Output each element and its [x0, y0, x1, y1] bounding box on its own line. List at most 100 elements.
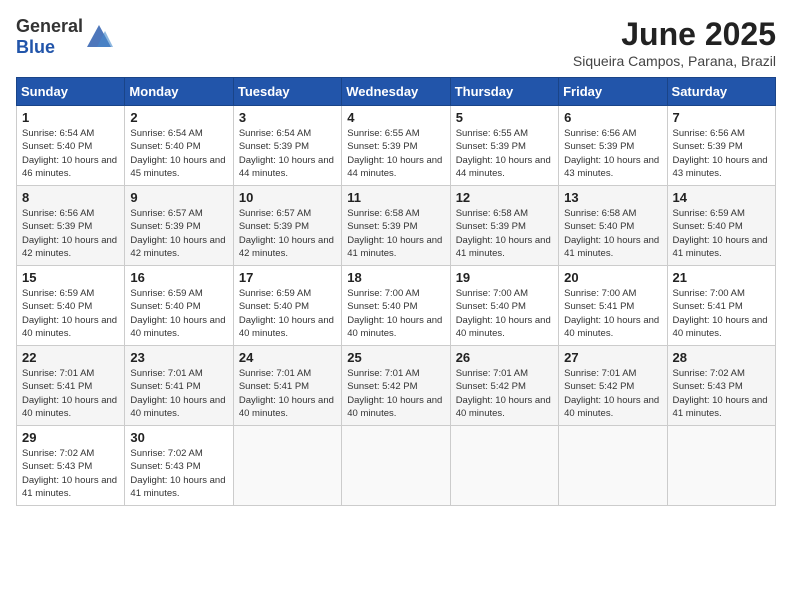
calendar-cell: 18 Sunrise: 7:00 AMSunset: 5:40 PMDayligh… [342, 266, 450, 346]
day-number: 18 [347, 270, 444, 285]
day-number: 11 [347, 190, 444, 205]
day-info: Sunrise: 7:00 AMSunset: 5:40 PMDaylight:… [456, 287, 553, 340]
month-title: June 2025 [573, 16, 776, 53]
calendar-cell: 13 Sunrise: 6:58 AMSunset: 5:40 PMDayligh… [559, 186, 667, 266]
logo-general: General [16, 16, 83, 36]
calendar-cell: 17Sunrise: 6:59 AMSunset: 5:40 PMDayligh… [233, 266, 341, 346]
day-info: Sunrise: 6:58 AMSunset: 5:39 PMDaylight:… [456, 207, 553, 260]
day-number: 5 [456, 110, 553, 125]
day-info: Sunrise: 7:02 AMSunset: 5:43 PMDaylight:… [673, 367, 770, 420]
calendar-week-2: 8 Sunrise: 6:56 AMSunset: 5:39 PMDaylight… [17, 186, 776, 266]
calendar-cell: 26Sunrise: 7:01 AMSunset: 5:42 PMDayligh… [450, 346, 558, 426]
calendar-cell: 27 Sunrise: 7:01 AMSunset: 5:42 PMDayligh… [559, 346, 667, 426]
day-info: Sunrise: 7:02 AMSunset: 5:43 PMDaylight:… [130, 447, 227, 500]
day-info: Sunrise: 7:00 AMSunset: 5:41 PMDaylight:… [673, 287, 770, 340]
day-info: Sunrise: 6:57 AMSunset: 5:39 PMDaylight:… [239, 207, 336, 260]
day-info: Sunrise: 6:59 AMSunset: 5:40 PMDaylight:… [130, 287, 227, 340]
day-info: Sunrise: 6:58 AMSunset: 5:39 PMDaylight:… [347, 207, 444, 260]
day-header-monday: Monday [125, 78, 233, 106]
calendar-cell: 24 Sunrise: 7:01 AMSunset: 5:41 PMDayligh… [233, 346, 341, 426]
calendar-cell: 29 Sunrise: 7:02 AMSunset: 5:43 PMDayligh… [17, 426, 125, 506]
calendar-cell [450, 426, 558, 506]
logo-blue: Blue [16, 37, 55, 57]
calendar-cell: 11 Sunrise: 6:58 AMSunset: 5:39 PMDayligh… [342, 186, 450, 266]
logo: General Blue [16, 16, 113, 58]
calendar-cell: 8 Sunrise: 6:56 AMSunset: 5:39 PMDaylight… [17, 186, 125, 266]
day-header-saturday: Saturday [667, 78, 775, 106]
day-number: 29 [22, 430, 119, 445]
day-number: 2 [130, 110, 227, 125]
day-info: Sunrise: 6:56 AMSunset: 5:39 PMDaylight:… [564, 127, 661, 180]
day-info: Sunrise: 6:55 AMSunset: 5:39 PMDaylight:… [347, 127, 444, 180]
calendar-cell: 2 Sunrise: 6:54 AMSunset: 5:40 PMDaylight… [125, 106, 233, 186]
day-info: Sunrise: 7:01 AMSunset: 5:41 PMDaylight:… [239, 367, 336, 420]
day-info: Sunrise: 7:01 AMSunset: 5:42 PMDaylight:… [347, 367, 444, 420]
day-number: 3 [239, 110, 336, 125]
day-number: 16 [130, 270, 227, 285]
calendar-cell: 7 Sunrise: 6:56 AMSunset: 5:39 PMDaylight… [667, 106, 775, 186]
day-number: 22 [22, 350, 119, 365]
calendar-cell: 4 Sunrise: 6:55 AMSunset: 5:39 PMDaylight… [342, 106, 450, 186]
day-info: Sunrise: 7:01 AMSunset: 5:41 PMDaylight:… [22, 367, 119, 420]
day-number: 20 [564, 270, 661, 285]
calendar-cell: 25 Sunrise: 7:01 AMSunset: 5:42 PMDayligh… [342, 346, 450, 426]
calendar-week-5: 29 Sunrise: 7:02 AMSunset: 5:43 PMDayligh… [17, 426, 776, 506]
calendar-cell: 14Sunrise: 6:59 AMSunset: 5:40 PMDayligh… [667, 186, 775, 266]
day-info: Sunrise: 7:01 AMSunset: 5:41 PMDaylight:… [130, 367, 227, 420]
day-number: 30 [130, 430, 227, 445]
day-number: 14 [673, 190, 770, 205]
day-info: Sunrise: 7:00 AMSunset: 5:41 PMDaylight:… [564, 287, 661, 340]
calendar-cell: 28 Sunrise: 7:02 AMSunset: 5:43 PMDayligh… [667, 346, 775, 426]
day-info: Sunrise: 6:59 AMSunset: 5:40 PMDaylight:… [22, 287, 119, 340]
day-number: 25 [347, 350, 444, 365]
calendar-cell: 6Sunrise: 6:56 AMSunset: 5:39 PMDaylight… [559, 106, 667, 186]
day-header-wednesday: Wednesday [342, 78, 450, 106]
calendar-cell: 19Sunrise: 7:00 AMSunset: 5:40 PMDayligh… [450, 266, 558, 346]
day-number: 12 [456, 190, 553, 205]
calendar-cell: 1 Sunrise: 6:54 AMSunset: 5:40 PMDaylight… [17, 106, 125, 186]
calendar-cell: 21 Sunrise: 7:00 AMSunset: 5:41 PMDayligh… [667, 266, 775, 346]
day-info: Sunrise: 6:57 AMSunset: 5:39 PMDaylight:… [130, 207, 227, 260]
calendar-cell: 5Sunrise: 6:55 AMSunset: 5:39 PMDaylight… [450, 106, 558, 186]
day-header-tuesday: Tuesday [233, 78, 341, 106]
location-title: Siqueira Campos, Parana, Brazil [573, 53, 776, 69]
day-number: 24 [239, 350, 336, 365]
calendar-cell: 15Sunrise: 6:59 AMSunset: 5:40 PMDayligh… [17, 266, 125, 346]
day-number: 4 [347, 110, 444, 125]
day-info: Sunrise: 7:01 AMSunset: 5:42 PMDaylight:… [564, 367, 661, 420]
day-info: Sunrise: 6:58 AMSunset: 5:40 PMDaylight:… [564, 207, 661, 260]
calendar-cell: 16 Sunrise: 6:59 AMSunset: 5:40 PMDayligh… [125, 266, 233, 346]
day-number: 23 [130, 350, 227, 365]
calendar-cell [667, 426, 775, 506]
calendar-cell: 9 Sunrise: 6:57 AMSunset: 5:39 PMDaylight… [125, 186, 233, 266]
day-header-thursday: Thursday [450, 78, 558, 106]
day-number: 7 [673, 110, 770, 125]
day-number: 1 [22, 110, 119, 125]
day-number: 27 [564, 350, 661, 365]
day-info: Sunrise: 6:54 AMSunset: 5:40 PMDaylight:… [130, 127, 227, 180]
calendar-cell [559, 426, 667, 506]
day-info: Sunrise: 6:54 AMSunset: 5:40 PMDaylight:… [22, 127, 119, 180]
page-header: General Blue June 2025 Siqueira Campos, … [16, 16, 776, 69]
day-info: Sunrise: 7:02 AMSunset: 5:43 PMDaylight:… [22, 447, 119, 500]
day-info: Sunrise: 7:00 AMSunset: 5:40 PMDaylight:… [347, 287, 444, 340]
calendar-cell: 12 Sunrise: 6:58 AMSunset: 5:39 PMDayligh… [450, 186, 558, 266]
day-number: 9 [130, 190, 227, 205]
calendar-week-4: 22 Sunrise: 7:01 AMSunset: 5:41 PMDayligh… [17, 346, 776, 426]
day-header-sunday: Sunday [17, 78, 125, 106]
days-header-row: SundayMondayTuesdayWednesdayThursdayFrid… [17, 78, 776, 106]
calendar-week-1: 1 Sunrise: 6:54 AMSunset: 5:40 PMDaylight… [17, 106, 776, 186]
day-number: 13 [564, 190, 661, 205]
day-number: 8 [22, 190, 119, 205]
calendar-cell: 20 Sunrise: 7:00 AMSunset: 5:41 PMDayligh… [559, 266, 667, 346]
calendar-cell [342, 426, 450, 506]
calendar-cell: 30 Sunrise: 7:02 AMSunset: 5:43 PMDayligh… [125, 426, 233, 506]
day-number: 26 [456, 350, 553, 365]
calendar-week-3: 15Sunrise: 6:59 AMSunset: 5:40 PMDayligh… [17, 266, 776, 346]
day-number: 28 [673, 350, 770, 365]
day-info: Sunrise: 6:56 AMSunset: 5:39 PMDaylight:… [673, 127, 770, 180]
day-number: 21 [673, 270, 770, 285]
calendar-cell [233, 426, 341, 506]
day-info: Sunrise: 6:56 AMSunset: 5:39 PMDaylight:… [22, 207, 119, 260]
title-area: June 2025 Siqueira Campos, Parana, Brazi… [573, 16, 776, 69]
